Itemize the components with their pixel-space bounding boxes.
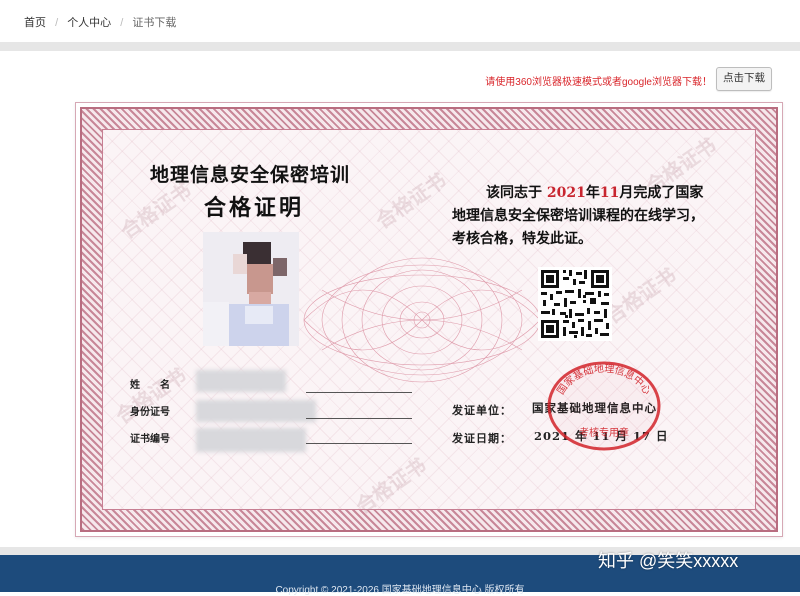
guilloche-rosette: [303, 257, 541, 383]
certificate-body: 该同志于 2021年11月完成了国家地理信息安全保密培训课程的在线学习，考核合格…: [452, 182, 704, 251]
name-label: 姓 名: [130, 380, 170, 391]
issue-date-label: 发证日期：: [452, 432, 512, 445]
overlay-watermark: 知乎 @笑笑xxxxx: [598, 551, 739, 571]
breadcrumb-separator: /: [55, 17, 59, 29]
issuer-label: 发证单位：: [452, 404, 512, 417]
certificate-number-underline: [306, 443, 412, 444]
body-text: 年: [585, 185, 600, 201]
name-value-redacted: [196, 370, 286, 392]
download-button[interactable]: 点击下载: [716, 67, 772, 91]
id-number-redacted: [196, 400, 316, 422]
breadcrumb-separator: /: [120, 17, 124, 29]
copyright-text: Copyright © 2021-2026 国家基础地理信息中心 版权所有: [275, 585, 525, 596]
completion-year: 2021: [546, 185, 586, 201]
id-number-label: 身份证号: [130, 407, 170, 418]
official-seal: 国家基础地理信息中心 考核专用章: [547, 361, 661, 451]
qr-code: [538, 267, 612, 341]
certificate-number-label: 证书编号: [130, 434, 170, 445]
certificate-number-redacted: [196, 428, 306, 452]
name-underline: [306, 392, 412, 393]
breadcrumb-home-link[interactable]: 首页: [24, 17, 46, 29]
breadcrumb-divider: [0, 42, 800, 51]
completion-month: 11: [599, 185, 620, 201]
certificate-title: 地理信息安全保密培训: [150, 164, 351, 186]
breadcrumb-current: 证书下载: [132, 17, 177, 29]
breadcrumb-user-center-link[interactable]: 个人中心: [67, 17, 111, 29]
id-number-underline: [306, 418, 412, 419]
browser-notice: 请使用360浏览器极速模式或者google浏览器下载！: [485, 77, 712, 88]
breadcrumb: 首页 / 个人中心 / 证书下载: [0, 0, 800, 42]
seal-inner-text: 考核专用章: [579, 426, 629, 439]
certificate-subtitle: 合格证明: [204, 195, 305, 221]
holder-photo: [203, 232, 299, 346]
body-text: 该同志于: [486, 185, 542, 201]
